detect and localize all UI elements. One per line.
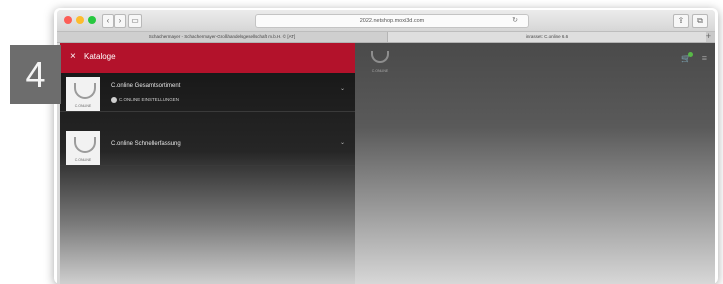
menu-icon[interactable]: ≡ <box>702 53 707 63</box>
catalog-item-schnellerfassung[interactable]: C.ONLINE C.online Schnellerfassung ⌄ <box>60 127 355 166</box>
sidebar-icon: ▭ <box>131 16 139 25</box>
tabs-overview-button[interactable]: ⧉ <box>692 14 708 28</box>
maximize-window-button[interactable] <box>88 16 96 24</box>
panel-header: × Kataloge <box>60 43 355 73</box>
chevron-down-icon[interactable]: ⌄ <box>340 85 345 92</box>
url-text: 2022.netshop.moxi3d.com <box>359 18 425 24</box>
back-button[interactable]: ‹ <box>102 14 114 28</box>
new-tab-icon[interactable]: + <box>706 31 711 41</box>
panel-title: Kataloge <box>84 52 116 61</box>
tab-bar: Schachermayer - Schachermayer-Großhandel… <box>57 31 715 43</box>
app-area: C.ONLINE 🛒 ≡ <box>355 43 715 284</box>
catalog-thumbnail: C.ONLINE <box>66 77 100 111</box>
gear-icon <box>111 97 117 103</box>
chevron-down-icon[interactable]: ⌄ <box>340 139 345 146</box>
catalog-title: C.online Gesamtsortiment <box>111 83 181 89</box>
app-logo[interactable]: C.ONLINE <box>367 49 393 73</box>
reload-icon[interactable]: ↻ <box>512 15 518 27</box>
catalog-settings-link[interactable]: C.ONLINE EINSTELLUNGEN <box>111 97 179 103</box>
logo-icon <box>74 137 96 153</box>
share-button[interactable]: ⇪ <box>673 14 689 28</box>
browser-window: ‹ › ▭ 2022.netshop.moxi3d.com ↻ ⇪ ⧉ Scha… <box>57 10 715 284</box>
tabs-icon: ⧉ <box>697 16 703 25</box>
logo-icon <box>74 83 96 99</box>
share-icon: ⇪ <box>677 16 685 25</box>
sidebar-toggle-button[interactable]: ▭ <box>128 14 142 28</box>
catalog-panel: × Kataloge C.ONLINE C.online Gesamtsorti… <box>60 43 355 284</box>
catalog-title: C.online Schnellerfassung <box>111 141 181 147</box>
close-icon[interactable]: × <box>70 51 76 62</box>
cart-badge <box>688 52 693 57</box>
tab-schachermayer[interactable]: Schachermayer - Schachermayer-Großhandel… <box>57 32 388 42</box>
forward-button[interactable]: › <box>114 14 126 28</box>
catalog-thumbnail: C.ONLINE <box>66 131 100 165</box>
minimize-window-button[interactable] <box>76 16 84 24</box>
step-badge: 4 <box>10 45 61 104</box>
catalog-item-gesamtsortiment[interactable]: C.ONLINE C.online Gesamtsortiment C.ONLI… <box>60 73 355 112</box>
title-bar: ‹ › ▭ 2022.netshop.moxi3d.com ↻ ⇪ ⧉ <box>57 10 715 32</box>
address-bar[interactable]: 2022.netshop.moxi3d.com ↻ <box>255 14 529 28</box>
close-window-button[interactable] <box>64 16 72 24</box>
tab-inrasset[interactable]: inrasset: C.online 6.6 <box>388 32 706 42</box>
logo-icon <box>371 51 389 63</box>
